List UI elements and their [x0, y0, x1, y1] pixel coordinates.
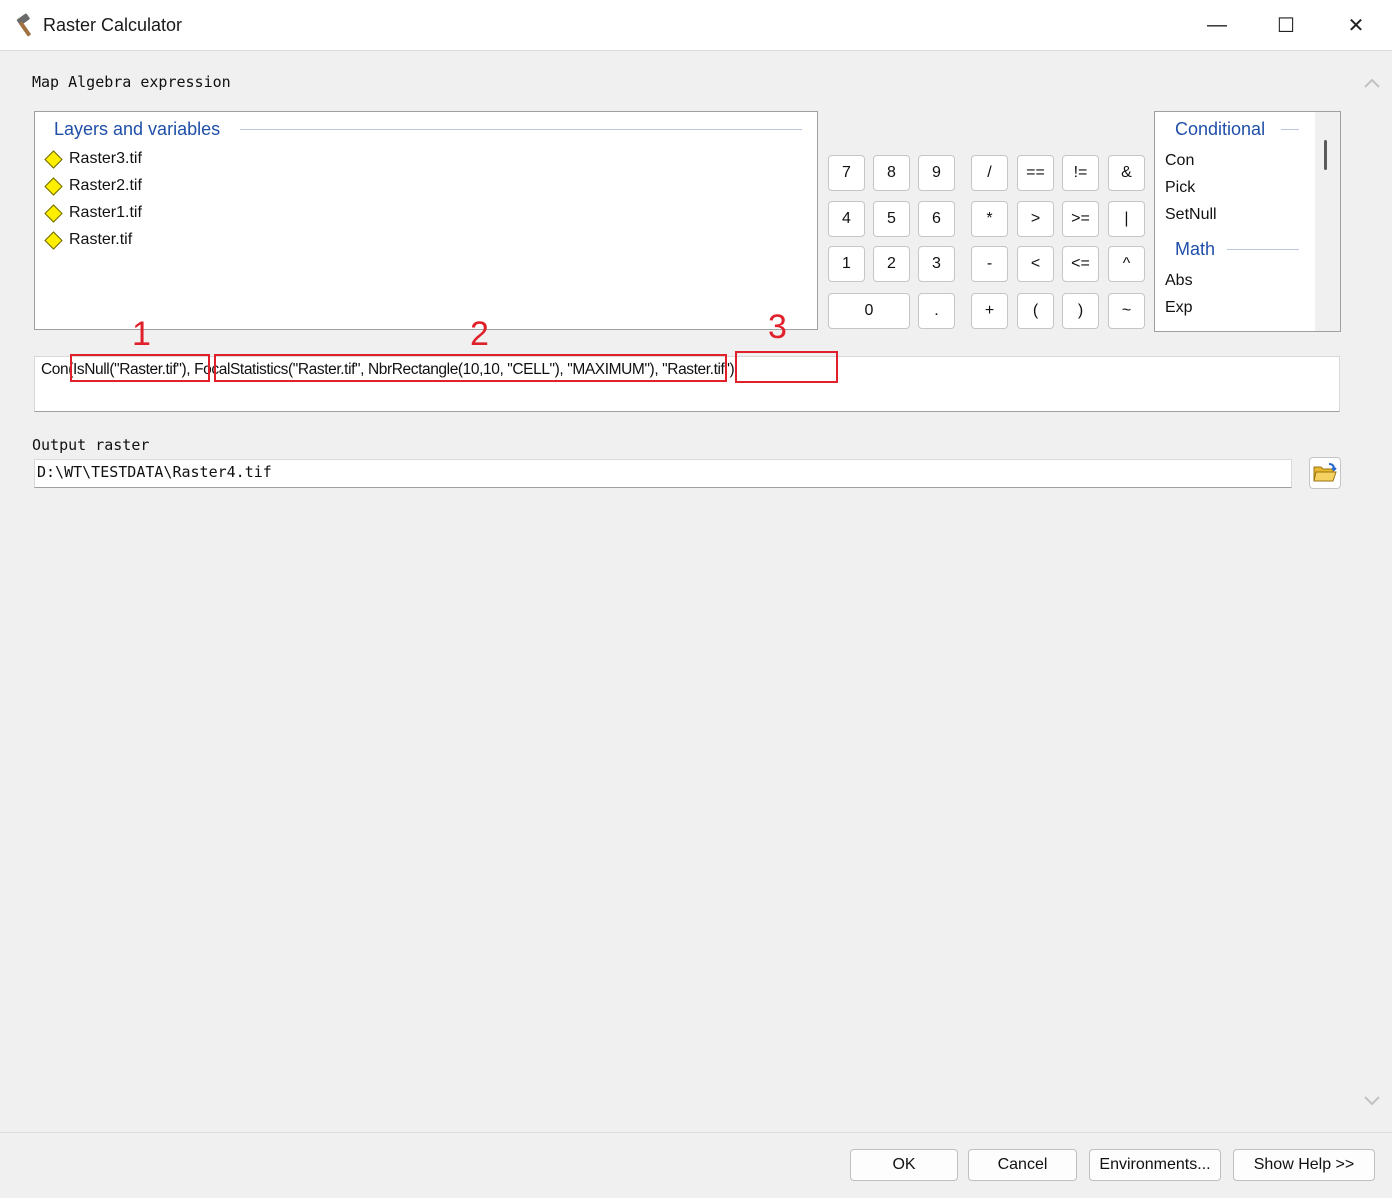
highlight-box-1	[70, 354, 210, 382]
close-button[interactable]: ✕	[1321, 0, 1391, 50]
key-greater-equal[interactable]: >=	[1062, 201, 1099, 237]
annotation-2: 2	[470, 315, 489, 353]
layer-item-raster1[interactable]: Raster1.tif	[43, 203, 142, 223]
key-7[interactable]: 7	[828, 155, 865, 191]
browse-button[interactable]	[1309, 457, 1341, 489]
raster-layer-icon	[44, 203, 63, 223]
layer-item-raster[interactable]: Raster.tif	[43, 230, 133, 250]
show-help-button[interactable]: Show Help >>	[1233, 1149, 1375, 1181]
expression-label: Map Algebra expression	[32, 73, 231, 91]
key-3[interactable]: 3	[918, 246, 955, 282]
group-divider	[240, 129, 802, 130]
minimize-button[interactable]: —	[1182, 0, 1252, 50]
key-8[interactable]: 8	[873, 155, 910, 191]
key-6[interactable]: 6	[918, 201, 955, 237]
key-less[interactable]: <	[1017, 246, 1054, 282]
scroll-down-icon[interactable]	[1360, 1088, 1384, 1112]
key-not[interactable]: ~	[1108, 293, 1145, 329]
functions-list[interactable]: Conditional Con Pick SetNull Math Abs Ex…	[1154, 111, 1341, 332]
key-1[interactable]: 1	[828, 246, 865, 282]
function-item-pick[interactable]: Pick	[1165, 179, 1195, 197]
ok-button[interactable]: OK	[850, 1149, 958, 1181]
group-divider	[1227, 249, 1299, 250]
layer-item-raster3[interactable]: Raster3.tif	[43, 149, 142, 169]
cancel-button[interactable]: Cancel	[968, 1149, 1077, 1181]
key-0[interactable]: 0	[828, 293, 910, 329]
group-divider	[1281, 129, 1299, 130]
key-not-equal[interactable]: !=	[1062, 155, 1099, 191]
folder-open-icon	[1313, 463, 1337, 482]
function-group-math: Math	[1175, 239, 1216, 259]
key-5[interactable]: 5	[873, 201, 910, 237]
key-4[interactable]: 4	[828, 201, 865, 237]
key-open-paren[interactable]: (	[1017, 293, 1054, 329]
scroll-up-icon[interactable]	[1360, 72, 1384, 96]
output-raster-value: D:\WT\TESTDATA\Raster4.tif	[37, 463, 272, 481]
key-or[interactable]: |	[1108, 201, 1145, 237]
hammer-icon	[16, 13, 31, 37]
layers-group-title: Layers and variables	[54, 119, 221, 139]
layer-label: Raster2.tif	[69, 177, 142, 194]
expr-prefix: Con	[41, 361, 69, 378]
functions-scrollbar-thumb[interactable]	[1324, 140, 1327, 170]
key-xor[interactable]: ^	[1108, 246, 1145, 282]
function-item-con[interactable]: Con	[1165, 152, 1194, 170]
key-minus[interactable]: -	[971, 246, 1008, 282]
function-item-abs[interactable]: Abs	[1165, 272, 1193, 290]
layer-item-raster2[interactable]: Raster2.tif	[43, 176, 142, 196]
environments-button[interactable]: Environments...	[1089, 1149, 1221, 1181]
layer-label: Raster3.tif	[69, 150, 142, 167]
key-greater[interactable]: >	[1017, 201, 1054, 237]
key-divide[interactable]: /	[971, 155, 1008, 191]
function-item-setnull[interactable]: SetNull	[1165, 206, 1217, 224]
key-9[interactable]: 9	[918, 155, 955, 191]
layer-label: Raster1.tif	[69, 204, 142, 221]
raster-layer-icon	[44, 230, 63, 250]
key-less-equal[interactable]: <=	[1062, 246, 1099, 282]
key-multiply[interactable]: *	[971, 201, 1008, 237]
annotation-1: 1	[132, 315, 151, 353]
maximize-button[interactable]: ☐	[1251, 0, 1321, 50]
highlight-box-3	[735, 351, 838, 383]
raster-layer-icon	[44, 149, 63, 169]
window-title: Raster Calculator	[43, 15, 183, 35]
key-and[interactable]: &	[1108, 155, 1145, 191]
key-decimal[interactable]: .	[918, 293, 955, 329]
function-item-exp[interactable]: Exp	[1165, 299, 1193, 317]
raster-layer-icon	[44, 176, 63, 196]
output-raster-label: Output raster	[32, 436, 150, 454]
functions-scrollbar[interactable]	[1315, 112, 1340, 331]
key-2[interactable]: 2	[873, 246, 910, 282]
layers-list[interactable]: Layers and variables Raster3.tif Raster2…	[34, 111, 818, 330]
highlight-box-2	[214, 354, 727, 382]
function-group-conditional: Conditional	[1175, 119, 1266, 139]
annotation-3: 3	[768, 308, 787, 346]
key-plus[interactable]: +	[971, 293, 1008, 329]
layer-label: Raster.tif	[69, 231, 133, 248]
key-close-paren[interactable]: )	[1062, 293, 1099, 329]
key-equal[interactable]: ==	[1017, 155, 1054, 191]
